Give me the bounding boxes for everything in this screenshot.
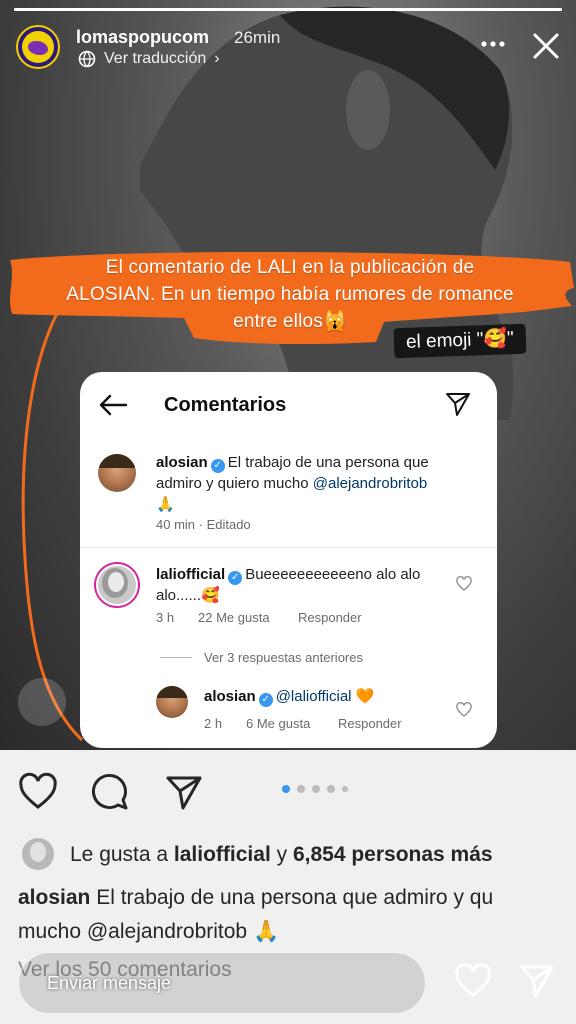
send-message-placeholder: Enviar mensaje [47, 973, 172, 993]
story-like-icon[interactable] [454, 962, 492, 1000]
likes-user[interactable]: laliofficial [174, 843, 271, 866]
likes-summary[interactable]: Le gusta a laliofficial y 6,854 personas… [70, 843, 493, 867]
avatar[interactable] [96, 564, 138, 606]
story-send-icon[interactable] [518, 962, 556, 1000]
carousel-indicator [282, 785, 348, 793]
verified-badge-icon: ✓ [258, 693, 273, 707]
likes-prefix: Le gusta a [70, 843, 174, 866]
carousel-dot [282, 785, 290, 793]
story-time: 26min [234, 28, 281, 47]
divider [80, 547, 497, 548]
carousel-dot [312, 785, 320, 793]
story-viewer: lomaspopucom 26min Ver traducción › El c… [0, 0, 576, 1024]
translate-button[interactable]: Ver traducción › [78, 50, 220, 68]
carousel-dot [327, 785, 335, 793]
post-caption-line-2: mucho @alejandrobritob 🙏 [18, 920, 280, 943]
heart-icon[interactable] [18, 772, 58, 812]
translate-label: Ver traducción [104, 50, 207, 67]
comment-alosian: alosian ✓ El trabajo de una persona que ad… [156, 452, 486, 515]
send-message-input[interactable]: Enviar mensaje [18, 952, 426, 1014]
comment-laliofficial: laliofficial ✓ Bueeeeeeeeeeeno alo alo alo… [156, 564, 446, 606]
story-progress-bar [14, 8, 562, 11]
more-options-icon[interactable] [480, 34, 506, 54]
likes-middle: y [270, 843, 293, 866]
like-heart-icon[interactable] [456, 576, 472, 592]
reply-button[interactable]: Responder [338, 716, 402, 731]
verified-badge-icon: ✓ [228, 571, 243, 585]
send-icon[interactable] [444, 390, 472, 418]
comment-time: 3 h [156, 610, 175, 625]
mention-link[interactable]: @laliofficial [276, 688, 352, 705]
emoji-tag: el emoji "🥰" [393, 323, 527, 359]
avatar[interactable] [156, 686, 188, 718]
decorative-circle [18, 678, 66, 726]
reply-likes[interactable]: 6 Me gusta [246, 716, 310, 731]
reply-username[interactable]: alosian [204, 688, 256, 705]
account-avatar[interactable] [16, 25, 60, 69]
liker-avatar[interactable] [22, 838, 54, 870]
share-icon[interactable] [164, 772, 204, 812]
comments-title: Comentarios [164, 394, 287, 416]
comment-meta: 40 min · Editado [156, 517, 251, 532]
comment-text-2: alo......🥰 [156, 587, 220, 604]
comments-card: Comentarios alosian ✓ El trabajo de una pe… [80, 372, 497, 748]
comment-emoji: 🙏 [156, 496, 175, 513]
caption-username[interactable]: alosian [18, 886, 90, 909]
view-replies-label: Ver 3 respuestas anteriores [204, 650, 363, 665]
story-username[interactable]: lomaspopucom [76, 27, 209, 48]
reply-time: 2 h [204, 716, 223, 731]
caption-line-1: El comentario de LALI en la publicación … [105, 257, 475, 278]
comment-likes[interactable]: 22 Me gusta [198, 610, 270, 625]
view-replies-link[interactable]: Ver 3 respuestas anteriores [160, 650, 363, 665]
reply-alosian: alosian ✓ @laliofficial 🧡 [204, 686, 454, 707]
comment-text-2: admiro y quiero mucho [156, 475, 313, 492]
reply-button[interactable]: Responder [298, 610, 362, 625]
comment-username[interactable]: alosian [156, 454, 208, 471]
back-arrow-icon[interactable] [98, 394, 128, 416]
reply-emoji: 🧡 [355, 688, 375, 705]
comment-icon[interactable] [90, 772, 130, 812]
carousel-dot [297, 785, 305, 793]
comment-username[interactable]: laliofficial [156, 566, 225, 583]
verified-badge-icon: ✓ [210, 459, 225, 473]
carousel-dot [342, 786, 348, 792]
post-caption-line-1: alosian El trabajo de una persona que ad… [18, 886, 493, 910]
caption-text-1: El trabajo de una persona que admiro y q… [90, 886, 494, 909]
close-icon[interactable] [530, 30, 562, 62]
globe-icon [78, 50, 96, 68]
avatar[interactable] [98, 454, 136, 492]
comment-text: Bueeeeeeeeeeeno alo alo [245, 566, 421, 583]
comment-text: El trabajo de una persona que [227, 454, 429, 471]
likes-count[interactable]: 6,854 personas más [293, 843, 493, 866]
chevron-right-icon: › [214, 50, 220, 67]
mention-link[interactable]: @alejandrobritob [313, 475, 427, 492]
like-heart-icon[interactable] [456, 702, 472, 718]
